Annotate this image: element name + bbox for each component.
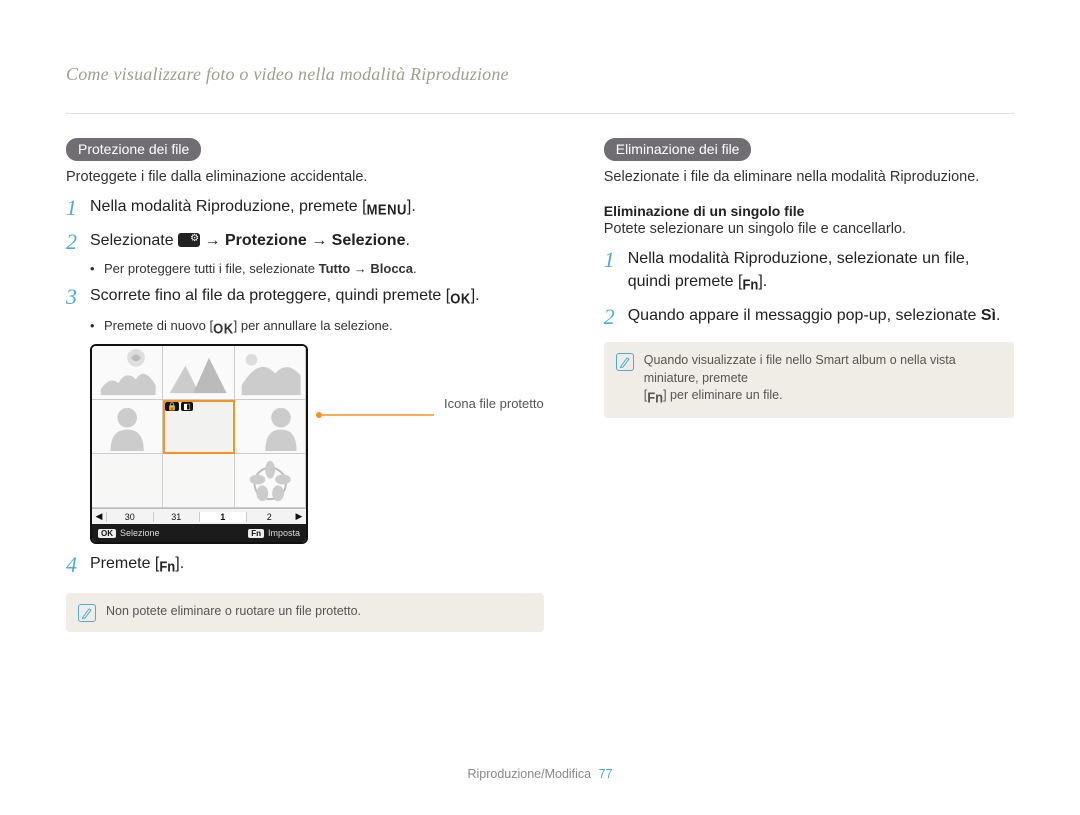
thumbnail-selected: 🔒◧	[163, 400, 234, 454]
fn-key-icon	[159, 555, 175, 578]
note-box: Quando visualizzate i file nello Smart a…	[604, 342, 1014, 418]
bb-label: Imposta	[268, 528, 300, 538]
thumbnail	[92, 454, 163, 508]
step-text: Scorrete fino al file da proteggere, qui…	[90, 284, 544, 310]
thumbnail	[235, 346, 306, 400]
step-4: 4 Premete [].	[66, 552, 544, 578]
step-number: 3	[66, 286, 90, 308]
fn-key-icon	[742, 273, 758, 296]
bb-label: Selezione	[120, 528, 160, 538]
step-text: Nella modalità Riproduzione, selezionate…	[628, 247, 1014, 296]
subsection-intro: Potete selezionare un singolo file e can…	[604, 221, 1014, 237]
step-1: 1 Nella modalità Riproduzione, seleziona…	[604, 247, 1014, 296]
step-3: 3 Scorrete fino al file da proteggere, q…	[66, 284, 544, 310]
note-text: Quando visualizzate i file nello Smart a…	[644, 352, 1002, 408]
thumbnail	[235, 454, 306, 508]
bb-key: Fn	[248, 529, 264, 538]
delete-intro: Selezionate i file da eliminare nella mo…	[604, 169, 1014, 185]
thumbnail	[235, 400, 306, 454]
bb-key: OK	[98, 529, 116, 538]
step-3-sub: Premete di nuovo [] per annullare la sel…	[66, 318, 544, 336]
thumbnail	[92, 346, 163, 400]
subsection-title: Eliminazione di un singolo file	[604, 203, 1014, 219]
manual-page: Come visualizzare foto o video nella mod…	[0, 0, 1080, 815]
camera-screen-illustration: 🔒◧ ◀ 30 31	[90, 344, 308, 544]
calendar-bar: ◀ 30 31 1 2 ▶	[92, 508, 306, 524]
callout-connector	[316, 404, 436, 426]
page-number: 77	[599, 767, 613, 781]
step-text: Premete [].	[90, 552, 544, 578]
thumbnail	[92, 400, 163, 454]
note-text: Non potete eliminare o ruotare un file p…	[106, 603, 361, 621]
page-header: Come visualizzare foto o video nella mod…	[66, 64, 1014, 85]
step-number: 1	[66, 197, 90, 219]
menu-key-icon	[367, 198, 407, 221]
footer-section: Riproduzione/Modifica	[467, 767, 591, 781]
ok-key-icon	[213, 321, 234, 336]
step-1: 1 Nella modalità Riproduzione, premete […	[66, 195, 544, 221]
page-footer: Riproduzione/Modifica 77	[0, 767, 1080, 781]
step-2: 2 Quando appare il messaggio pop-up, sel…	[604, 304, 1014, 328]
thumbnail	[163, 454, 234, 508]
lock-icon: 🔒	[165, 402, 179, 411]
step-text: Nella modalità Riproduzione, premete [].	[90, 195, 544, 221]
step-text: Selezionate → Protezione → Selezione.	[90, 229, 544, 252]
two-column-layout: Protezione dei file Proteggete i file da…	[66, 138, 1014, 646]
ok-key-icon	[450, 287, 471, 310]
sub-bullet: Premete di nuovo [] per annullare la sel…	[90, 318, 544, 336]
section-pill-delete: Eliminazione dei file	[604, 138, 752, 161]
delete-steps: 1 Nella modalità Riproduzione, seleziona…	[604, 247, 1014, 328]
cal-cell: 2	[246, 512, 293, 522]
header-divider	[66, 113, 1014, 114]
sub-bullet: Per proteggere tutti i file, selezionate…	[90, 261, 544, 276]
note-icon	[78, 604, 96, 622]
note-box: Non potete eliminare o ruotare un file p…	[66, 593, 544, 632]
callout-label: Icona file protetto	[444, 396, 544, 411]
protection-intro: Proteggete i file dalla eliminazione acc…	[66, 169, 544, 185]
step-number: 1	[604, 249, 628, 271]
nav-next-icon: ▶	[292, 511, 306, 522]
mark-icon: ◧	[181, 402, 193, 411]
left-column: Protezione dei file Proteggete i file da…	[66, 138, 544, 646]
cal-cell: 30	[106, 512, 153, 522]
thumbnail-grid: 🔒◧	[92, 346, 306, 508]
step-2: 2 Selezionate → Protezione → Selezione.	[66, 229, 544, 253]
step-number: 2	[66, 231, 90, 253]
section-pill-protection: Protezione dei file	[66, 138, 201, 161]
bottom-bar: OK Selezione Fn Imposta	[92, 524, 306, 542]
cal-cell-active: 1	[199, 512, 246, 522]
fn-key-icon	[647, 389, 663, 408]
step-text: Quando appare il messaggio pop-up, selez…	[628, 304, 1014, 327]
nav-prev-icon: ◀	[92, 511, 106, 522]
settings-gear-icon	[178, 233, 200, 247]
right-column: Eliminazione dei file Selezionate i file…	[604, 138, 1014, 646]
cal-cell: 31	[153, 512, 200, 522]
thumbnail	[163, 346, 234, 400]
protection-steps: 1 Nella modalità Riproduzione, premete […	[66, 195, 544, 579]
protected-file-icons: 🔒◧	[165, 402, 193, 411]
step-2-sub: Per proteggere tutti i file, selezionate…	[66, 261, 544, 276]
note-icon	[616, 353, 634, 371]
illustration-row: 🔒◧ ◀ 30 31	[66, 344, 544, 544]
step-number: 2	[604, 306, 628, 328]
step-number: 4	[66, 554, 90, 576]
